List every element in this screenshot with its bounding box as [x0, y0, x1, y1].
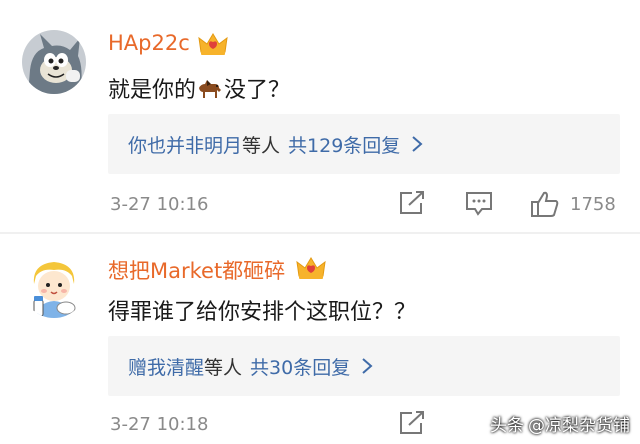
watermark-source: 头条 [490, 416, 524, 436]
share-icon[interactable] [398, 410, 426, 436]
reply-etc-label: 等人 [242, 134, 281, 157]
cartoon-child-avatar-icon [22, 254, 86, 318]
avatar[interactable] [22, 254, 86, 318]
share-icon[interactable] [398, 190, 426, 216]
username[interactable]: HAp22c [108, 31, 190, 55]
reply-summary[interactable]: 你也并非明月 等人 共129条回复 [108, 114, 620, 174]
username[interactable]: 想把Market都砸碎 [108, 255, 285, 285]
reply-names-link[interactable]: 赠我清醒 [128, 353, 204, 380]
reply-count-link[interactable]: 共30条回复 [250, 353, 350, 380]
horse-emoji-icon [199, 80, 222, 98]
avatar[interactable] [22, 30, 86, 94]
crown-vip-icon [198, 33, 228, 55]
thumbs-up-icon[interactable] [530, 190, 560, 218]
like-count: 1758 [570, 194, 616, 215]
comment-item: HAp22c 就是你的 没了？ 你也并非明月 等人 共129条回复 3-27 1… [0, 0, 640, 232]
timestamp: 3-27 10:18 [110, 414, 209, 435]
reply-summary[interactable]: 赠我清醒 等人 共30条回复 [108, 336, 620, 396]
timestamp: 3-27 10:16 [110, 194, 209, 215]
comment-icon[interactable] [464, 190, 494, 216]
comment-text: 得罪谁了给你安排个这职位？？ [108, 300, 417, 325]
reply-names-link[interactable]: 你也并非明月 [128, 131, 242, 158]
chevron-right-icon [412, 136, 423, 152]
watermark: 头条 @凉梨杂货铺 [490, 411, 630, 436]
chevron-right-icon [362, 358, 373, 374]
watermark-account: @凉梨杂货铺 [528, 416, 630, 436]
comment-text-part: 就是你的 [108, 78, 197, 103]
crown-vip-icon [296, 257, 326, 279]
cartoon-cat-avatar-icon [22, 30, 86, 94]
comment-text: 就是你的 没了？ [108, 72, 290, 104]
comment-text-part: 没了？ [224, 78, 291, 103]
reply-etc-label: 等人 [204, 356, 243, 379]
reply-count-link[interactable]: 共129条回复 [288, 131, 400, 158]
